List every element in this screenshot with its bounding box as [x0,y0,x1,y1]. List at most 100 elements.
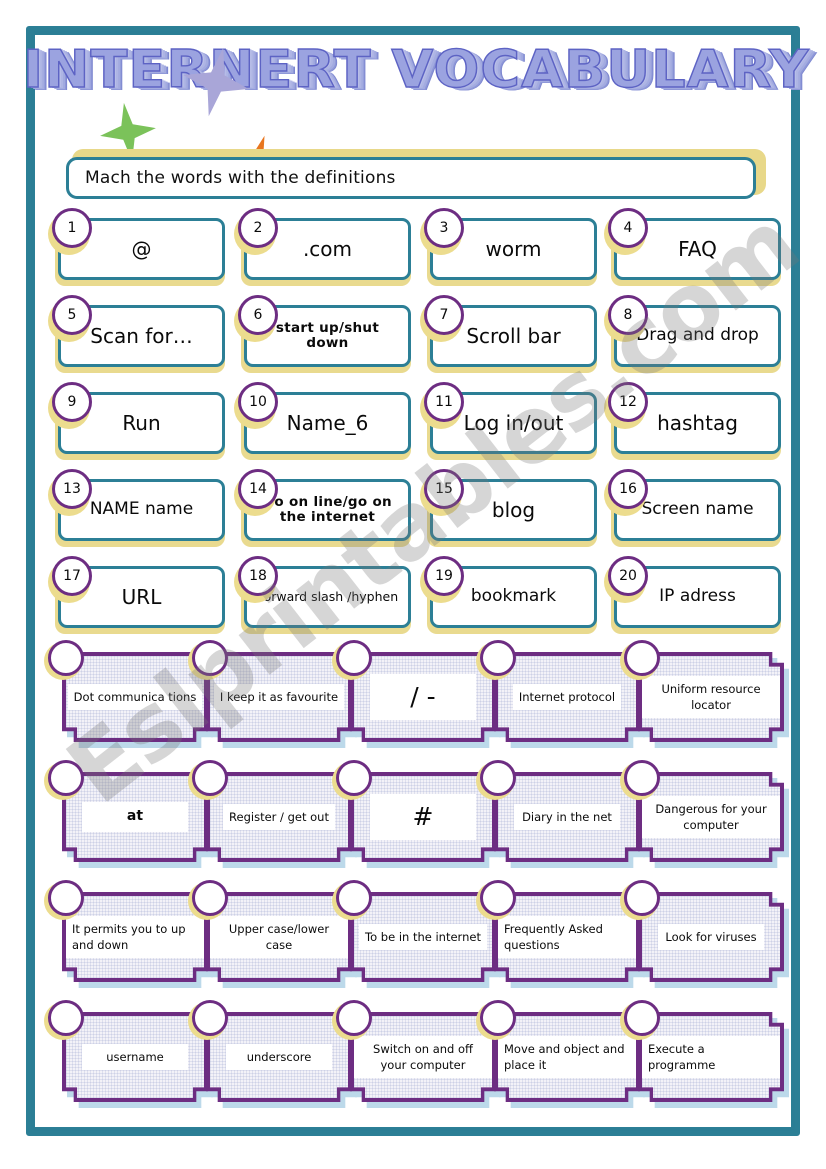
word-box-18[interactable]: Forward slash /hyphen 18 [234,556,411,634]
definition-text-plate: Move and object and place it [498,1035,636,1079]
word-box-1[interactable]: @1 [48,208,225,286]
word-box-10[interactable]: Name_6 10 [234,382,411,460]
definition-text-plate: Diary in the net [514,803,620,831]
instruction-text: Mach the words with the definitions [85,168,396,188]
word-number-badge: 6 [238,295,278,335]
definition-text: at [126,808,144,825]
word-box-label: FAQ [678,236,717,261]
word-box-16[interactable]: Screen name 16 [604,469,781,547]
word-box-9[interactable]: Run 9 [48,382,225,460]
answer-circle[interactable] [480,1000,516,1036]
word-box-5[interactable]: Scan for… 5 [48,295,225,373]
definition-card-inner: Look for viruses [642,896,780,978]
word-box-14[interactable]: Go on line/go on the internet 14 [234,469,411,547]
definition-row: It permits you to up and down Upper case/… [44,880,794,1012]
definition-text: Diary in the net [522,809,612,824]
word-number-badge: 11 [424,382,464,422]
definition-text: # [412,802,434,832]
definition-card-frame: Execute a programme [638,1012,784,1102]
definition-card-inner: Uniform resource locator [642,656,780,738]
word-box-7[interactable]: Scroll bar 7 [420,295,597,373]
word-box-3[interactable]: worm 3 [420,208,597,286]
answer-circle[interactable] [624,760,660,796]
word-box-4[interactable]: FAQ 4 [604,208,781,286]
definition-text-plate: Execute a programme [642,1035,780,1079]
definition-text-plate: underscore [226,1043,332,1071]
definition-card-frame: Register / get out [206,772,352,862]
word-number-badge: 2 [238,208,278,248]
definition-text: Internet protocol [518,689,616,704]
definition-text: Look for viruses [665,929,757,944]
definition-card[interactable]: Dangerous for your computer [620,760,789,868]
definition-text: Dangerous for your computer [655,801,767,832]
answer-circle[interactable] [192,760,228,796]
word-number-badge: 13 [52,469,92,509]
answer-circle[interactable] [336,1000,372,1036]
definition-card-inner: To be in the internet [354,896,492,978]
word-number-badge: 20 [608,556,648,596]
word-number-badge: 18 [238,556,278,596]
page-title: INTERNERT VOCABULARY [22,40,810,100]
word-box-label: Forward slash /hyphen [256,589,399,604]
answer-circle[interactable] [480,760,516,796]
definition-text: Execute a programme [648,1041,716,1072]
word-number-badge: 15 [424,469,464,509]
definition-card[interactable]: Look for viruses [620,880,789,988]
word-number-badge: 5 [52,295,92,335]
definition-card-inner: Move and object and place it [498,1016,636,1098]
word-row: Scan for… 5 start up/shut down 6 Scroll bar 7… [48,295,796,390]
definition-card-inner: Dangerous for your computer [642,776,780,858]
word-box-8[interactable]: Drag and drop 8 [604,295,781,373]
word-box-19[interactable]: bookmark 19 [420,556,597,634]
answer-circle[interactable] [192,1000,228,1036]
answer-circle[interactable] [624,1000,660,1036]
answer-circle[interactable] [336,760,372,796]
word-number-badge: 16 [608,469,648,509]
worksheet-page: INTERNERT VOCABULARY Mach the words with… [0,0,826,1169]
answer-circle[interactable] [480,880,516,916]
word-box-20[interactable]: IP adress 20 [604,556,781,634]
definition-text: I keep it as favourite [219,689,339,704]
word-row: Run 9 Name_6 10 Log in/out 11 hashtag 12 [48,382,796,477]
word-box-15[interactable]: blog 15 [420,469,597,547]
instruction-box: Mach the words with the definitions [66,157,756,199]
definition-card-inner: Frequently Asked questions [498,896,636,978]
word-box-17[interactable]: URL 17 [48,556,225,634]
definition-text-plate: It permits you to up and down [66,915,204,959]
word-box-6[interactable]: start up/shut down 6 [234,295,411,373]
definition-text-plate: Frequently Asked questions [498,915,636,959]
definition-text-plate: Switch on and off your computer [354,1035,492,1079]
definition-card-frame: underscore [206,1012,352,1102]
answer-circle[interactable] [48,1000,84,1036]
definition-text: To be in the internet [365,929,481,944]
answer-circle[interactable] [624,880,660,916]
definition-text: It permits you to up and down [72,921,186,952]
definition-card[interactable]: Uniform resource locator [620,640,789,748]
word-box-label: Run [122,410,161,435]
answer-circle[interactable] [192,880,228,916]
definition-card-inner: # [354,776,492,858]
word-bank-grid: @1 .com 2 worm 3 FAQ 4 Scan for… 5 start up/shut … [48,208,796,651]
word-box-label: .com [302,236,353,261]
answer-circle[interactable] [480,640,516,676]
answer-circle[interactable] [192,640,228,676]
answer-circle[interactable] [48,880,84,916]
word-box-label: URL [121,584,162,609]
definition-card-frame: # [350,772,496,862]
definition-card[interactable]: Execute a programme [620,1000,789,1108]
word-row: NAME name 13 Go on line/go on the internet… [48,469,796,564]
definition-card-inner: Internet protocol [498,656,636,738]
answer-circle[interactable] [48,760,84,796]
word-box-2[interactable]: .com 2 [234,208,411,286]
answer-circle[interactable] [624,640,660,676]
answer-circle[interactable] [336,640,372,676]
answer-circle[interactable] [336,880,372,916]
definition-row: Dot communica tions I keep it as favourit… [44,640,794,772]
definition-card-frame: Diary in the net [494,772,640,862]
definition-text-plate: Uniform resource locator [642,675,780,719]
definition-card-inner: It permits you to up and down [66,896,204,978]
word-box-11[interactable]: Log in/out 11 [420,382,597,460]
word-box-13[interactable]: NAME name 13 [48,469,225,547]
word-box-12[interactable]: hashtag 12 [604,382,781,460]
answer-circle[interactable] [48,640,84,676]
